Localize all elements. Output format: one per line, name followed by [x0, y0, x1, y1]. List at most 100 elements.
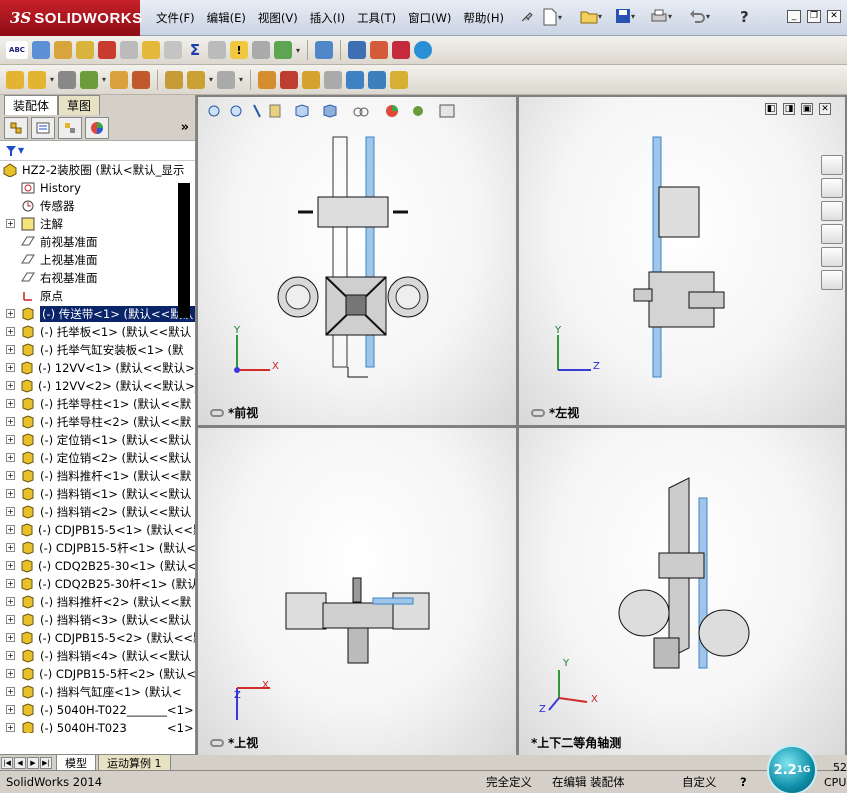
check-sheet-icon[interactable] [274, 41, 292, 59]
restore-button[interactable]: ❐ [807, 10, 821, 23]
tree-item[interactable]: 右视基准面 [0, 269, 195, 287]
balance-icon[interactable] [54, 41, 72, 59]
expand-icon[interactable]: + [6, 471, 15, 480]
expand-icon[interactable]: + [6, 489, 15, 498]
mate-icon[interactable] [208, 41, 226, 59]
tree-item[interactable]: 前视基准面 [0, 233, 195, 251]
expand-icon[interactable]: + [6, 615, 15, 624]
menu-help[interactable]: 帮助(H) [457, 10, 510, 26]
open-folder-button[interactable]: ▾ [580, 8, 602, 24]
menu-window[interactable]: 窗口(W) [402, 10, 457, 26]
view-tools-icon[interactable] [206, 103, 346, 119]
tree-item[interactable]: + (-) 传送带<1> (默认<<默认 [0, 305, 195, 323]
tree-filter[interactable]: ▼ [0, 141, 195, 161]
property-manager-tab-icon[interactable] [31, 116, 55, 139]
expand-icon[interactable]: + [6, 669, 15, 678]
expand-icon[interactable]: + [6, 435, 15, 444]
custom-properties-icon[interactable] [821, 270, 843, 290]
interference-icon[interactable] [346, 70, 365, 89]
expand-icon[interactable]: + [6, 219, 15, 228]
viewport-isometric[interactable]: Y X Z *上下二等角轴测 [519, 428, 845, 755]
dropdown-icon[interactable]: ▾ [50, 75, 54, 84]
tree-item[interactable]: + (-) 托举气缸安装板<1> (默 [0, 341, 195, 359]
tab-nav-first[interactable]: |◀ [1, 756, 13, 769]
undo-button[interactable]: ▾ [688, 8, 710, 24]
link-view-icon[interactable] [531, 408, 545, 417]
status-units[interactable]: 自定义 [682, 774, 717, 791]
configuration-manager-tab-icon[interactable] [58, 116, 82, 139]
dropdown-icon[interactable]: ▾ [296, 46, 300, 55]
tree-item[interactable]: + (-) 定位销<2> (默认<<默认 [0, 449, 195, 467]
tree-item[interactable]: + (-) CDQ2B25-30杆<1> (默认 [0, 575, 195, 593]
tab-assembly[interactable]: 装配体 [4, 95, 59, 115]
expand-icon[interactable]: + [6, 687, 15, 696]
menu-insert[interactable]: 插入(I) [304, 10, 351, 26]
tree-item[interactable]: 传感器 [0, 197, 195, 215]
reference-geometry-icon[interactable] [217, 70, 236, 89]
save-button[interactable]: ▾ [615, 8, 635, 24]
tree-item[interactable]: + (-) CDJPB15-5杆<2> (默认< [0, 665, 195, 683]
tree-item[interactable]: + (-) 挡料销<1> (默认<<默认 [0, 485, 195, 503]
pattern-icon[interactable] [32, 41, 50, 59]
print-button[interactable]: ▾ [650, 8, 672, 24]
split-vertical-icon[interactable]: ◧ [765, 103, 777, 115]
tree-item[interactable]: + (-) 5040H-T023_______<1> [0, 719, 195, 733]
tab-sketch[interactable]: 草图 [58, 95, 101, 115]
cpu-meter-badge[interactable]: 2.2 1G [767, 745, 817, 793]
explode-line-icon[interactable] [324, 70, 343, 89]
tree-item[interactable]: + (-) 5040H-T022_______<1> [0, 701, 195, 719]
expand-icon[interactable]: + [6, 579, 15, 588]
tree-item[interactable]: 原点 [0, 287, 195, 305]
color-boxes-icon[interactable] [392, 41, 411, 59]
assembly-insert-icon[interactable] [6, 70, 24, 89]
explode-icon[interactable] [348, 41, 367, 59]
tree-item[interactable]: HZ2-2装胶圈 (默认<默认_显示 [0, 161, 195, 179]
expand-icon[interactable]: + [6, 597, 15, 606]
viewport-front[interactable]: Y X *前视 [198, 97, 516, 425]
gear-icon[interactable] [258, 70, 277, 89]
clearance-icon[interactable] [368, 70, 387, 89]
move-component-icon[interactable] [132, 70, 151, 89]
menu-file[interactable]: 文件(F) [150, 10, 201, 26]
tree-item[interactable]: + (-) 挡料销<2> (默认<<默认 [0, 503, 195, 521]
new-document-button[interactable]: ▾ [542, 8, 562, 26]
dropdown-icon[interactable]: ▾ [209, 75, 213, 84]
dropdown-icon[interactable]: ▾ [102, 75, 106, 84]
tab-motion-study[interactable]: 运动算例 1 [98, 753, 171, 772]
close-button[interactable]: ✕ [827, 10, 841, 23]
table-icon[interactable] [315, 41, 334, 59]
feature-tree-tab-icon[interactable] [4, 116, 28, 139]
help-icon[interactable]: ? [740, 8, 749, 26]
dropdown-icon[interactable]: ▾ [239, 75, 243, 84]
tree-item[interactable]: + (-) 挡料推杆<2> (默认<<默 [0, 593, 195, 611]
expand-icon[interactable]: + [6, 633, 15, 642]
expand-icon[interactable]: + [6, 345, 15, 354]
new-part-icon[interactable] [28, 70, 46, 89]
expand-icon[interactable]: + [6, 705, 15, 714]
tab-nav-last[interactable]: ▶| [40, 756, 52, 769]
display-manager-tab-icon[interactable] [85, 116, 109, 139]
tree-item[interactable]: + 注解 [0, 215, 195, 233]
tree-item[interactable]: + (-) 挡料销<4> (默认<<默认 [0, 647, 195, 665]
sigma-icon[interactable]: Σ [186, 41, 204, 59]
tree-item[interactable]: 上视基准面 [0, 251, 195, 269]
minimize-button[interactable]: _ [787, 10, 801, 23]
expand-icon[interactable]: + [6, 453, 15, 462]
expand-icon[interactable]: + [6, 399, 15, 408]
tree-item[interactable]: History [0, 179, 195, 197]
expand-icon[interactable]: + [6, 723, 15, 732]
viewport-top[interactable]: Z X *上视 [198, 428, 516, 755]
close-view-icon[interactable]: ✕ [819, 103, 831, 115]
tree-item[interactable]: + (-) 挡料销<3> (默认<<默认 [0, 611, 195, 629]
tree-item[interactable]: + (-) 托举导柱<2> (默认<<默 [0, 413, 195, 431]
tree-item[interactable]: + (-) 托举导柱<1> (默认<<默 [0, 395, 195, 413]
expand-icon[interactable]: + [6, 651, 15, 660]
tree-item[interactable]: + (-) CDJPB15-5<1> (默认<<默 [0, 521, 195, 539]
bom-icon[interactable] [280, 70, 299, 89]
tab-nav-next[interactable]: ▶ [27, 756, 39, 769]
exploded-view-icon[interactable] [302, 70, 321, 89]
check-disabled-icon[interactable] [164, 41, 182, 59]
tree-item[interactable]: + (-) CDQ2B25-30<1> (默认<< [0, 557, 195, 575]
render-ball-icon[interactable] [414, 41, 433, 59]
appearances-icon[interactable] [821, 247, 843, 267]
